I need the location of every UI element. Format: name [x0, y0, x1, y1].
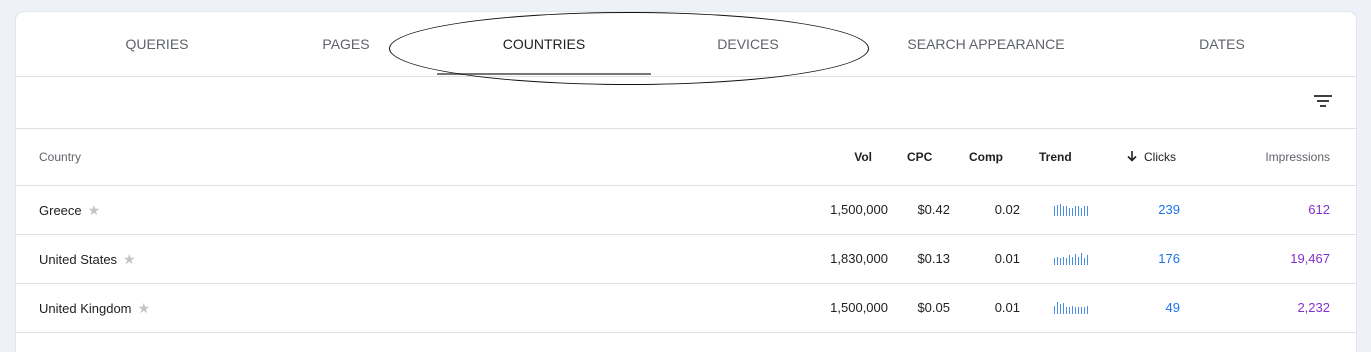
trend-bar [1069, 307, 1070, 314]
clicks-cell[interactable]: 239 [1116, 186, 1180, 234]
star-icon[interactable]: ★ [138, 300, 151, 316]
trend-sparkline [1054, 204, 1090, 216]
country-name: United States [39, 252, 118, 267]
trend-bar [1069, 255, 1070, 265]
trend-bar [1087, 206, 1088, 216]
trend-bar [1087, 306, 1088, 314]
impressions-cell[interactable]: 612 [1230, 186, 1330, 234]
cpc-cell: $0.13 [917, 251, 950, 266]
trend-bar [1084, 258, 1085, 265]
trend-bar [1072, 306, 1073, 314]
arrow-down-icon [1127, 151, 1137, 162]
tab-dates[interactable]: DATES [1172, 12, 1272, 76]
tab-pages[interactable]: PAGES [296, 12, 396, 76]
country-name: Greece [39, 203, 82, 218]
trend-bar [1054, 206, 1055, 216]
performance-table-card: QUERIES PAGES COUNTRIES DEVICES SEARCH A… [16, 12, 1356, 352]
column-header-vol[interactable]: Vol [816, 129, 872, 185]
clicks-cell[interactable]: 176 [1116, 235, 1180, 283]
country-name: United Kingdom [39, 301, 132, 316]
filter-icon[interactable] [1312, 89, 1336, 113]
trend-bar [1060, 304, 1061, 314]
column-header-impressions[interactable]: Impressions [1230, 129, 1330, 185]
trend-bar [1057, 302, 1058, 314]
trend-bar [1057, 205, 1058, 216]
vol-cell: 1,830,000 [830, 251, 888, 266]
table-row[interactable]: Greece ★ 1,500,000 $0.42 0.02 239 612 [16, 186, 1356, 235]
trend-bar [1060, 204, 1061, 216]
trend-bar [1060, 258, 1061, 265]
clicks-cell[interactable]: 49 [1116, 284, 1180, 332]
active-tab-indicator [437, 73, 651, 75]
comp-cell: 0.02 [994, 202, 1020, 217]
comp-cell: 0.01 [994, 300, 1020, 315]
trend-sparkline [1054, 302, 1090, 314]
trend-bar [1075, 307, 1076, 314]
trend-bar [1069, 208, 1070, 216]
table-header: Country Vol CPC Comp Trend Clicks Impres… [16, 129, 1356, 186]
column-header-clicks[interactable]: Clicks [1126, 129, 1176, 185]
comp-cell: 0.01 [994, 251, 1020, 266]
trend-bar [1066, 258, 1067, 265]
cpc-cell: $0.05 [917, 300, 950, 315]
tab-queries[interactable]: QUERIES [107, 12, 207, 76]
trend-bar [1084, 307, 1085, 314]
trend-bar [1066, 206, 1067, 216]
trend-bar [1057, 257, 1058, 265]
trend-bar [1081, 208, 1082, 216]
trend-bar [1072, 208, 1073, 216]
dimension-tabs: QUERIES PAGES COUNTRIES DEVICES SEARCH A… [16, 12, 1356, 77]
trend-bar [1075, 206, 1076, 216]
trend-bar [1063, 206, 1064, 216]
trend-bar [1054, 306, 1055, 314]
trend-bar [1072, 257, 1073, 265]
impressions-cell[interactable]: 19,467 [1230, 235, 1330, 283]
tab-search-appearance[interactable]: SEARCH APPEARANCE [886, 12, 1086, 76]
trend-bar [1075, 254, 1076, 265]
table-toolbar [16, 77, 1356, 129]
clicks-header-label: Clicks [1144, 150, 1176, 164]
column-header-comp[interactable]: Comp [969, 129, 1003, 185]
trend-bar [1087, 255, 1088, 265]
trend-bar [1054, 258, 1055, 265]
vol-cell: 1,500,000 [830, 202, 888, 217]
trend-bar [1078, 206, 1079, 216]
trend-bar [1066, 307, 1067, 314]
trend-bar [1063, 303, 1064, 314]
trend-bar [1078, 307, 1079, 314]
star-icon[interactable]: ★ [88, 202, 101, 218]
cpc-cell: $0.42 [917, 202, 950, 217]
country-cell: United States ★ [39, 235, 136, 283]
tab-devices[interactable]: DEVICES [698, 12, 798, 76]
tab-countries[interactable]: COUNTRIES [494, 12, 594, 76]
column-header-country[interactable]: Country [39, 129, 81, 185]
trend-sparkline [1054, 253, 1090, 265]
trend-bar [1078, 257, 1079, 265]
country-cell: United Kingdom ★ [39, 284, 150, 332]
table-row[interactable]: United States ★ 1,830,000 $0.13 0.01 176 19,46… [16, 235, 1356, 284]
column-header-cpc[interactable]: CPC [907, 129, 932, 185]
column-header-trend[interactable]: Trend [1039, 129, 1072, 185]
country-cell: Greece ★ [39, 186, 100, 234]
table-row[interactable]: United Kingdom ★ 1,500,000 $0.05 0.01 49 2,232 [16, 284, 1356, 333]
star-icon[interactable]: ★ [123, 251, 136, 267]
impressions-cell[interactable]: 2,232 [1230, 284, 1330, 332]
vol-cell: 1,500,000 [830, 300, 888, 315]
trend-bar [1081, 253, 1082, 265]
trend-bar [1081, 307, 1082, 314]
trend-bar [1084, 206, 1085, 216]
trend-bar [1063, 257, 1064, 265]
